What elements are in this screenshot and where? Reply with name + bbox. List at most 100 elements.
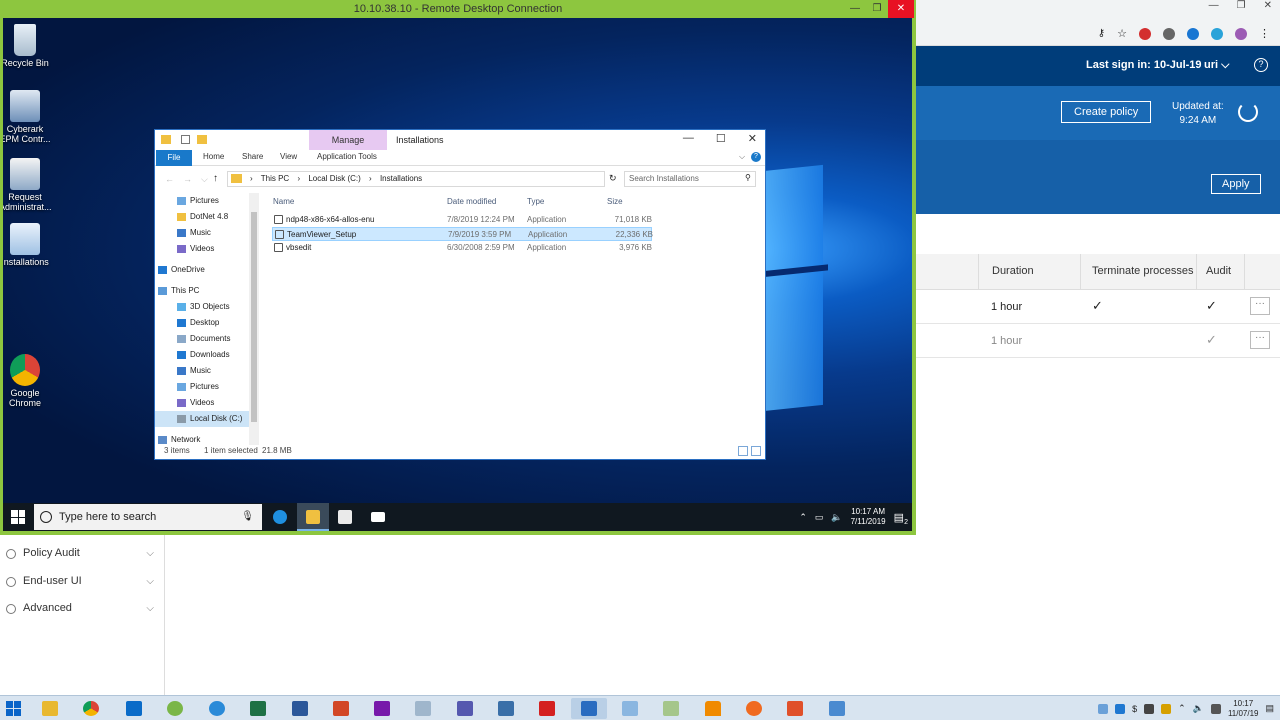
notification-icon[interactable]: ▤ <box>1265 703 1274 714</box>
help-icon[interactable]: ? <box>1254 58 1268 72</box>
network-icon[interactable]: ▭ <box>815 512 824 523</box>
nav-item[interactable]: Music <box>155 363 259 379</box>
new-folder-icon[interactable] <box>197 135 207 144</box>
volume-icon[interactable]: 🔈 <box>1193 703 1204 714</box>
tray-app-icon[interactable] <box>1144 703 1155 714</box>
column-type[interactable]: Type <box>527 197 544 206</box>
taskbar-app-pen[interactable] <box>612 698 648 719</box>
taskbar-teams[interactable] <box>447 698 483 719</box>
extension-blue-icon[interactable] <box>1187 27 1199 40</box>
properties-icon[interactable] <box>181 135 190 144</box>
nav-item[interactable]: Videos <box>155 241 259 257</box>
taskbar-file-explorer[interactable] <box>32 698 68 719</box>
settings-item-advanced[interactable]: Advanced ⌵ <box>0 595 164 623</box>
desktop-icon-request-admin[interactable]: Request Administrat... <box>3 158 52 212</box>
taskbar-store[interactable] <box>329 503 361 531</box>
explorer-search-input[interactable]: Search Installations <box>624 171 756 187</box>
column-duration[interactable]: Duration <box>992 265 1034 277</box>
up-arrow-icon[interactable]: ↑ <box>213 173 218 184</box>
breadcrumb-local-disk[interactable]: Local Disk (C:) <box>308 174 360 183</box>
nav-item[interactable]: OneDrive <box>155 262 259 278</box>
column-size[interactable]: Size <box>607 197 623 206</box>
nav-item[interactable]: Videos <box>155 395 259 411</box>
tray-app-icon[interactable] <box>1098 703 1109 714</box>
nav-item[interactable]: 3D Objects <box>155 299 259 315</box>
expand-ribbon-icon[interactable]: ⌵ <box>739 152 745 162</box>
dollar-icon[interactable]: $ <box>1132 704 1137 714</box>
show-hidden-icons[interactable]: ⌃ <box>1178 703 1186 714</box>
maximize-icon[interactable]: ❐ <box>1237 0 1246 11</box>
onedrive-icon[interactable] <box>1115 703 1126 714</box>
tray-app-icon[interactable] <box>1161 703 1172 714</box>
apply-button[interactable]: Apply <box>1211 174 1261 194</box>
star-icon[interactable]: ☆ <box>1117 27 1127 40</box>
address-bar[interactable]: › This PC › Local Disk (C:) › Installati… <box>227 171 605 187</box>
tab-application-tools[interactable]: Application Tools <box>317 152 377 161</box>
minimize-icon[interactable]: — <box>1209 0 1219 11</box>
refresh-icon[interactable]: ↻ <box>609 173 617 184</box>
key-icon[interactable]: ⚷ <box>1098 28 1105 39</box>
nav-item[interactable]: Downloads <box>155 347 259 363</box>
tab-view[interactable]: View <box>280 152 297 161</box>
taskbar-calculator[interactable] <box>405 698 441 719</box>
minimize-icon[interactable]: — <box>844 0 866 18</box>
taskbar-file-explorer[interactable] <box>297 503 329 531</box>
tab-share[interactable]: Share <box>242 152 263 161</box>
breadcrumb-this-pc[interactable]: This PC <box>261 174 289 183</box>
user-menu[interactable]: uri ⌵ <box>1204 59 1229 72</box>
details-view-icon[interactable] <box>738 446 748 456</box>
taskbar-onenote[interactable] <box>364 698 400 719</box>
create-policy-button[interactable]: Create policy <box>1061 101 1152 123</box>
more-options-button[interactable]: ··· <box>1250 297 1270 315</box>
file-row[interactable]: vbsedit 6/30/2008 2:59 PM Application 3,976… <box>272 241 652 255</box>
nav-item[interactable]: Desktop <box>155 315 259 331</box>
network-icon[interactable] <box>1210 703 1221 714</box>
taskbar-outlook[interactable] <box>116 698 152 719</box>
help-icon[interactable]: ? <box>751 152 761 162</box>
more-options-button[interactable]: ··· <box>1250 331 1270 349</box>
taskbar-app-blue[interactable] <box>488 698 524 719</box>
start-button[interactable] <box>11 510 25 524</box>
volume-icon[interactable]: 🔈 <box>831 512 842 523</box>
desktop-icon-installations[interactable]: Installations <box>3 223 51 267</box>
taskbar-word[interactable] <box>282 698 318 719</box>
table-row[interactable]: 1 hour ✓ ··· <box>916 325 1280 358</box>
taskbar-mail[interactable] <box>362 503 394 531</box>
tab-manage[interactable]: Manage <box>309 130 387 150</box>
close-icon[interactable]: ✕ <box>1264 0 1272 11</box>
taskbar-app-orange[interactable] <box>736 698 772 719</box>
show-hidden-icons[interactable]: ⌃ <box>799 512 807 523</box>
taskbar-search[interactable]: Type here to search 🎙 <box>34 504 262 530</box>
file-row[interactable]: TeamViewer_Setup 7/9/2019 3:59 PM Applicat… <box>272 227 653 241</box>
profile-avatar[interactable] <box>1235 27 1247 40</box>
remote-clock[interactable]: 10:17 AM 7/11/2019 <box>851 507 886 527</box>
breadcrumb-installations[interactable]: Installations <box>380 174 422 183</box>
taskbar-edge[interactable] <box>264 503 296 531</box>
table-row[interactable]: 1 hour ✓ ✓ ··· <box>916 291 1280 324</box>
taskbar-excel[interactable] <box>240 698 276 719</box>
taskbar-app-red[interactable] <box>777 698 813 719</box>
taskbar-powerpoint[interactable] <box>323 698 359 719</box>
microphone-icon[interactable]: 🎙 <box>241 504 254 530</box>
extension-grey-icon[interactable] <box>1163 27 1175 40</box>
settings-item-end-user-ui[interactable]: End-user UI ⌵ <box>0 568 164 596</box>
start-button[interactable] <box>6 701 21 716</box>
close-icon[interactable]: ✕ <box>888 0 914 18</box>
taskbar-notepad[interactable] <box>653 698 689 719</box>
notification-icon[interactable]: ▤ 2 <box>894 511 908 526</box>
nav-item[interactable]: Music <box>155 225 259 241</box>
column-terminate[interactable]: Terminate processes <box>1092 265 1194 277</box>
tab-file[interactable]: File <box>156 150 192 166</box>
nav-item[interactable]: Pictures <box>155 379 259 395</box>
maximize-icon[interactable]: ☐ <box>716 132 726 145</box>
desktop-icon-cyberark[interactable]: Cyberark EPM Contr... <box>3 90 51 144</box>
minimize-icon[interactable]: — <box>683 132 694 145</box>
taskbar-acrobat[interactable] <box>529 698 565 719</box>
nav-item[interactable]: Pictures <box>155 193 259 209</box>
column-date-modified[interactable]: Date modified <box>447 197 496 206</box>
nav-item[interactable]: DotNet 4.8 <box>155 209 259 225</box>
nav-back-forward-icons[interactable]: ←→⌵ <box>165 174 217 185</box>
close-icon[interactable]: ✕ <box>748 132 757 145</box>
nav-item[interactable]: Local Disk (C:) <box>155 411 259 427</box>
large-icons-view-icon[interactable] <box>751 446 761 456</box>
